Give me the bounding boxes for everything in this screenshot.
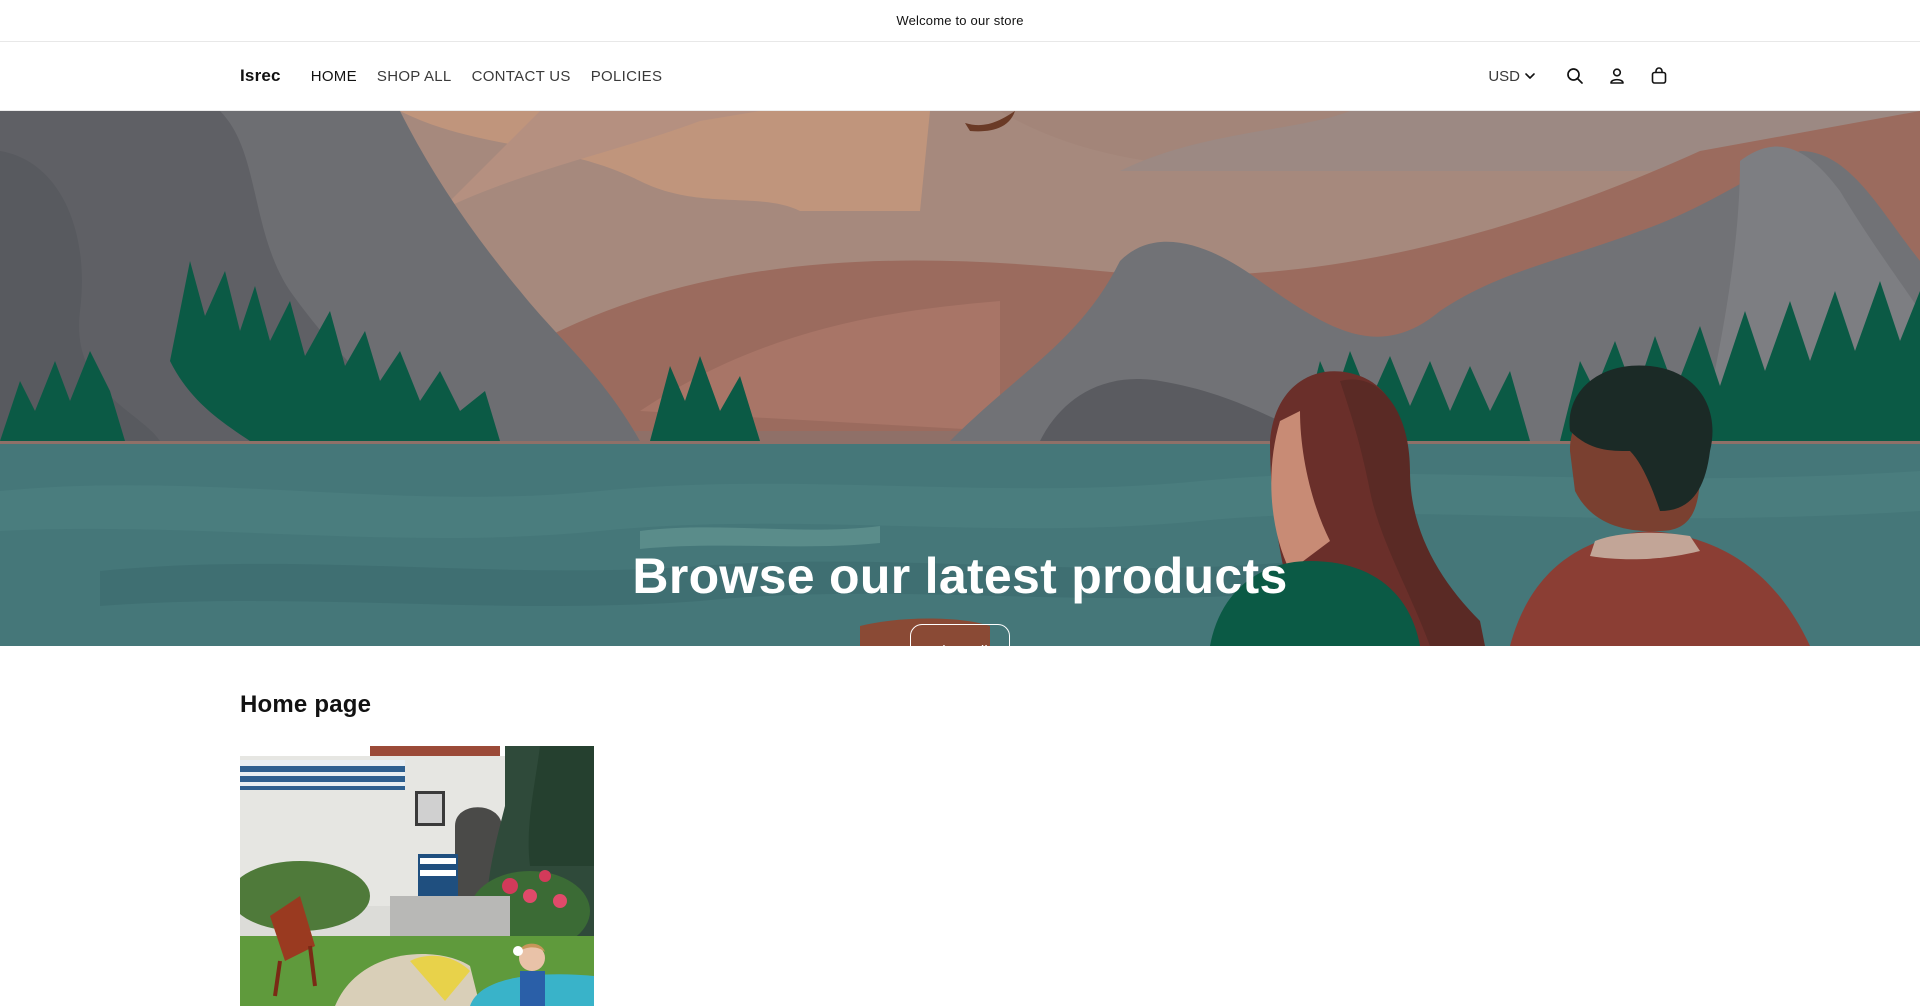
product-image bbox=[240, 746, 594, 1006]
main-nav: HOME SHOP ALL CONTACT US POLICIES bbox=[301, 68, 673, 85]
cart-button[interactable] bbox=[1638, 55, 1680, 97]
hero-title: Browse our latest products bbox=[632, 548, 1288, 604]
nav-item-contact-us[interactable]: CONTACT US bbox=[462, 68, 581, 85]
cart-icon bbox=[1651, 67, 1667, 84]
chevron-down-icon bbox=[1525, 73, 1535, 79]
nav-item-home[interactable]: HOME bbox=[301, 68, 367, 85]
account-icon bbox=[1610, 68, 1624, 84]
store-logo[interactable]: Isrec bbox=[240, 66, 281, 86]
currency-label: USD bbox=[1488, 67, 1520, 85]
header-inner: Isrec HOME SHOP ALL CONTACT US POLICIES … bbox=[240, 42, 1680, 110]
search-icon bbox=[1567, 68, 1583, 84]
product-card[interactable] bbox=[240, 746, 594, 1006]
account-button[interactable] bbox=[1596, 55, 1638, 97]
featured-section: Home page bbox=[240, 691, 371, 719]
nav-item-shop-all[interactable]: SHOP ALL bbox=[367, 68, 462, 85]
hero-content: Browse our latest products Shop all bbox=[0, 551, 1920, 646]
hero-banner: Browse our latest products Shop all bbox=[0, 111, 1920, 646]
shop-all-button[interactable]: Shop all bbox=[910, 624, 1010, 646]
announcement-bar: Welcome to our store bbox=[0, 0, 1920, 42]
announcement-text: Welcome to our store bbox=[896, 13, 1024, 28]
site-header: Isrec HOME SHOP ALL CONTACT US POLICIES … bbox=[0, 42, 1920, 111]
currency-selector[interactable]: USD bbox=[1488, 68, 1536, 85]
header-actions: USD bbox=[1488, 55, 1680, 97]
search-button[interactable] bbox=[1554, 55, 1596, 97]
nav-item-policies[interactable]: POLICIES bbox=[581, 68, 673, 85]
section-title: Home page bbox=[240, 691, 372, 718]
